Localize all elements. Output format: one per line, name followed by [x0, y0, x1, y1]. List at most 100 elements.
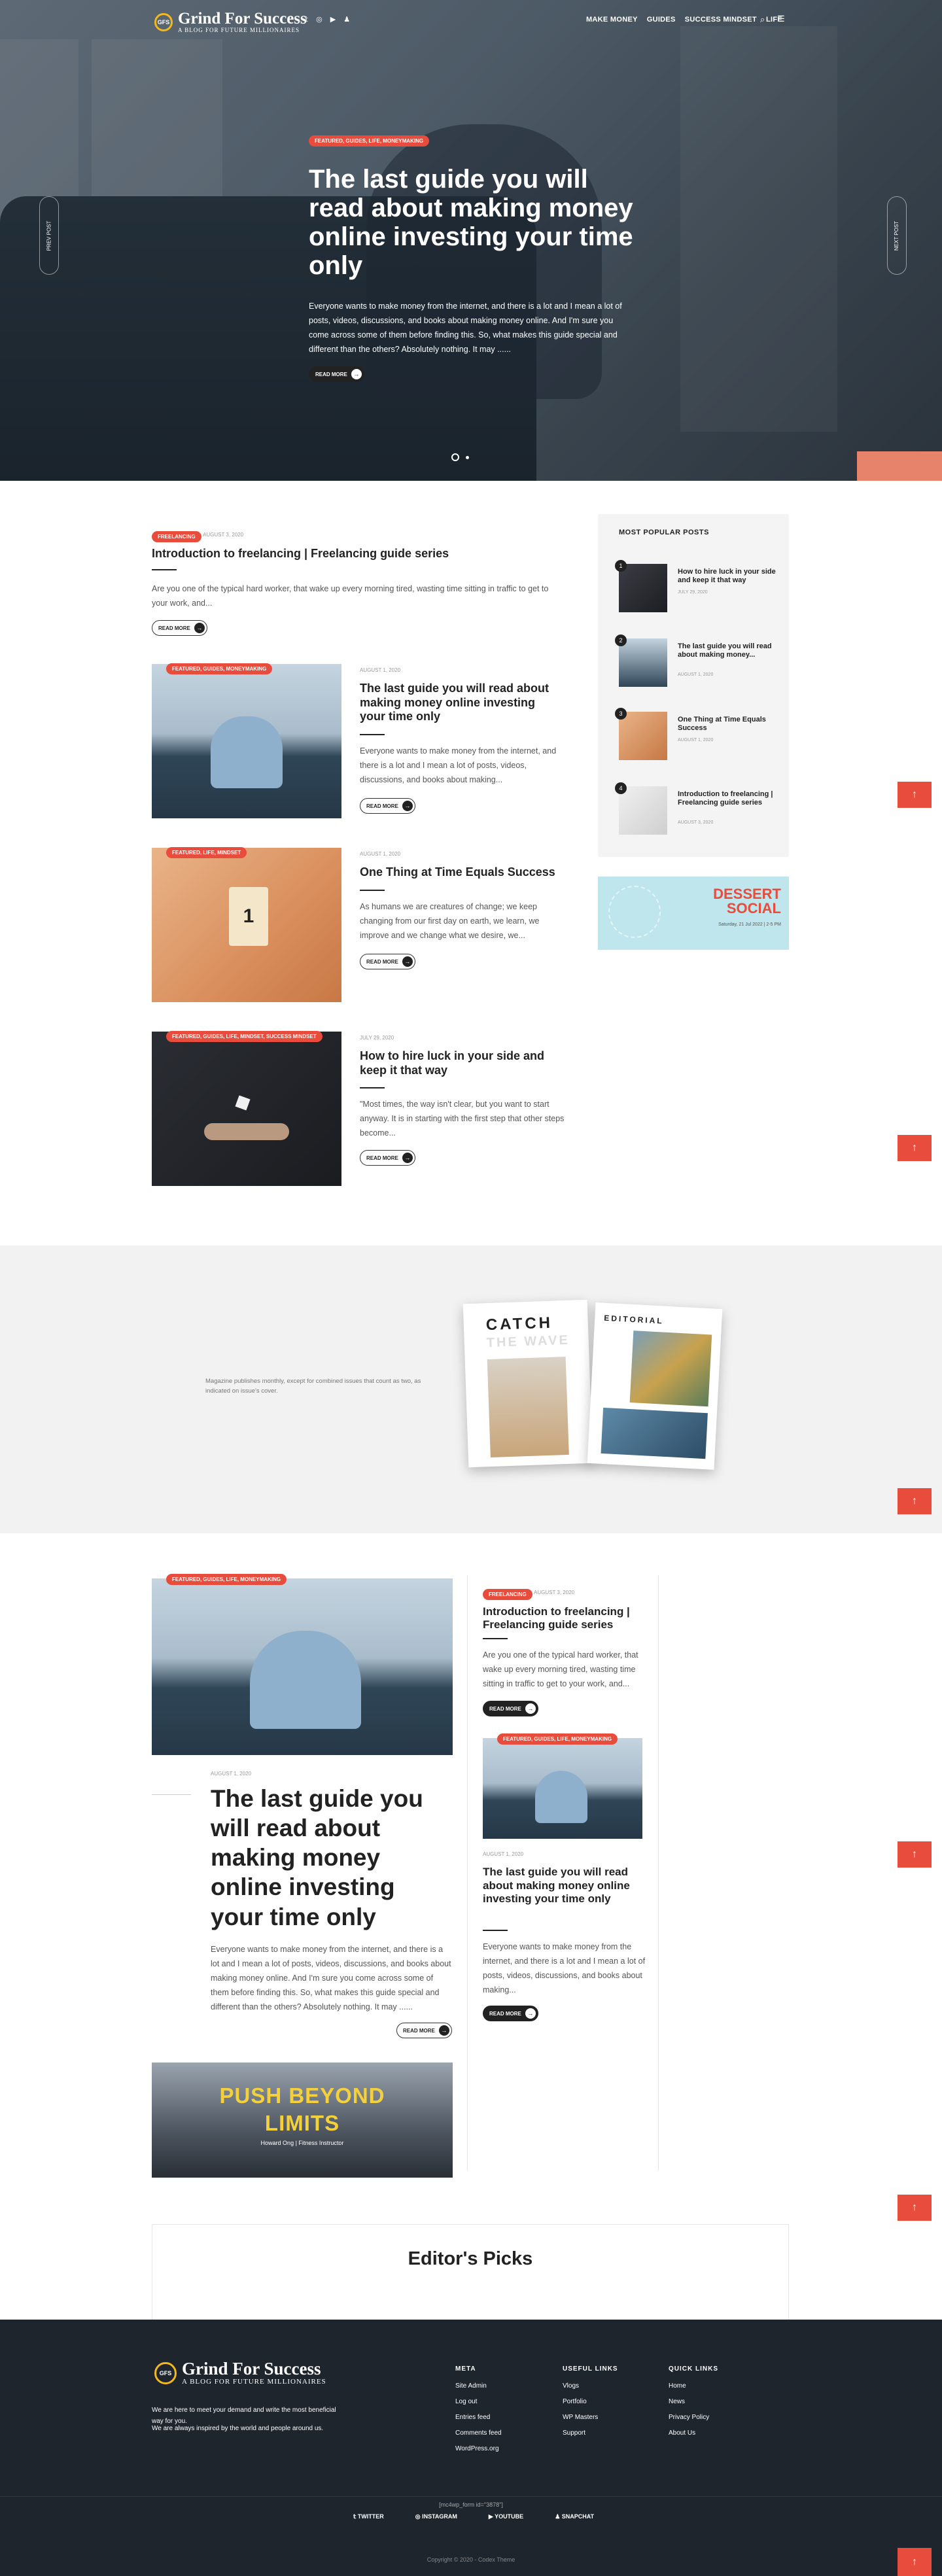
slider-dot[interactable] — [451, 453, 459, 461]
arrow-up-icon: ↑ — [912, 1142, 917, 1153]
popular-item[interactable]: 4 Introduction to freelancing | Freelanc… — [615, 782, 776, 837]
post-thumbnail[interactable] — [152, 664, 341, 818]
popular-title[interactable]: How to hire luck in your side and keep i… — [678, 568, 776, 585]
post-badge[interactable]: FEATURED, LIFE, MINDSET — [166, 846, 247, 858]
hero-badge[interactable]: FEATURED, GUIDES, LIFE, MONEYMAKING — [309, 134, 430, 147]
post-title[interactable]: How to hire luck in your side and keep i… — [360, 1049, 556, 1077]
footer-social-snapchat[interactable]: ♟ SNAPCHAT — [555, 2513, 594, 2520]
footer-social-twitter[interactable]: 𝕥 TWITTER — [353, 2513, 384, 2520]
hero-read-more-button[interactable]: READ MORE → — [309, 366, 364, 382]
footer-link[interactable]: Home — [669, 2382, 686, 2390]
post-read-more-button[interactable]: READ MORE → — [483, 1701, 538, 1716]
site-footer: GFS Grind For Success A BLOG FOR FUTURE … — [0, 2320, 942, 2576]
popular-item[interactable]: 2 The last guide you will read about mak… — [615, 635, 776, 689]
post-badge[interactable]: FEATURED, GUIDES, LIFE, MINDSET, SUCCESS… — [166, 1030, 323, 1042]
arrow-up-icon: ↑ — [912, 2556, 917, 2567]
brand-name: Grind For Success — [178, 10, 307, 27]
popular-rank: 2 — [615, 635, 627, 646]
search-icon[interactable]: ⌕ — [760, 14, 765, 25]
post-badge[interactable]: FREELANCING — [483, 1588, 532, 1600]
post-title[interactable]: The last guide you will read about makin… — [360, 682, 556, 724]
footer-link[interactable]: About Us — [669, 2429, 695, 2437]
prev-post-button[interactable]: PREV POST — [39, 196, 59, 275]
editors-picks-box: Editor's Picks — [152, 2224, 789, 2320]
footer-link[interactable]: Log out — [455, 2398, 477, 2405]
arrow-right-icon: → — [402, 801, 413, 811]
scroll-top-button[interactable]: ↑ — [898, 1488, 932, 1514]
footer-link[interactable]: Site Admin — [455, 2382, 487, 2390]
footer-link[interactable]: WordPress.org — [455, 2445, 499, 2452]
arrow-right-icon: → — [402, 956, 413, 967]
popular-item[interactable]: 1 How to hire luck in your side and keep… — [615, 560, 776, 615]
post-title[interactable]: One Thing at Time Equals Success — [360, 865, 563, 880]
post-thumbnail[interactable]: 1 — [152, 848, 341, 1002]
nav-item-make-money[interactable]: MAKE MONEY — [586, 16, 638, 24]
post-badge[interactable]: FEATURED, GUIDES, LIFE, MONEYMAKING — [166, 1573, 287, 1585]
popular-title[interactable]: The last guide you will read about makin… — [678, 642, 776, 659]
scroll-top-button[interactable]: ↑ — [898, 782, 932, 808]
popular-thumb[interactable] — [619, 786, 667, 835]
slider-dot[interactable] — [466, 456, 469, 459]
post-date: AUGUST 1, 2020 — [360, 667, 401, 673]
post-thumbnail[interactable] — [152, 1578, 453, 1755]
featured-read-more-button[interactable]: READ MORE → — [152, 620, 207, 636]
promo-banner[interactable]: PUSH BEYOND LIMITS Howard Ong | Fitness … — [152, 2063, 453, 2178]
footer-logo[interactable]: GFS Grind For Success A BLOG FOR FUTURE … — [154, 2360, 326, 2386]
arrow-up-icon: ↑ — [912, 1495, 917, 1506]
snapchat-icon[interactable]: ♟ — [343, 15, 350, 24]
ad-pattern — [608, 886, 661, 938]
post-read-more-button[interactable]: READ MORE → — [360, 798, 415, 814]
scroll-top-button[interactable]: ↑ — [898, 2548, 932, 2576]
scroll-top-button[interactable]: ↑ — [898, 1841, 932, 1868]
popular-item[interactable]: 3 One Thing at Time Equals Success AUGUS… — [615, 708, 776, 763]
post-read-more-button[interactable]: READ MORE → — [396, 2023, 452, 2038]
scroll-top-button[interactable]: ↑ — [898, 1135, 932, 1161]
thumb-person — [535, 1771, 587, 1823]
post-read-more-button[interactable]: READ MORE → — [360, 1150, 415, 1166]
footer-link[interactable]: Privacy Policy — [669, 2414, 709, 2421]
menu-icon[interactable]: ☰ — [777, 14, 785, 24]
ad-banner[interactable]: DESSERT SOCIAL Saturday, 21 Jul 2022 | 2… — [598, 877, 789, 950]
footer-link[interactable]: News — [669, 2398, 685, 2405]
twitter-icon[interactable]: 𝕥 — [305, 15, 308, 24]
magazine-cover-subtitle: THE WAVE — [486, 1332, 570, 1351]
magazine-photo — [629, 1331, 712, 1407]
post-badge[interactable]: FEATURED, GUIDES, LIFE, MONEYMAKING — [497, 1732, 618, 1745]
arrow-up-icon: ↑ — [912, 789, 917, 800]
hero-title[interactable]: The last guide you will read about makin… — [309, 165, 636, 280]
popular-title[interactable]: One Thing at Time Equals Success — [678, 716, 776, 733]
popular-thumb[interactable] — [619, 564, 667, 612]
footer-link[interactable]: Portfolio — [563, 2398, 587, 2405]
post-badge[interactable]: FEATURED, GUIDES, MONEYMAKING — [166, 662, 273, 674]
site-logo[interactable]: GFS Grind For Success A BLOG FOR FUTURE … — [154, 10, 307, 33]
featured-badge[interactable]: FREELANCING — [152, 530, 201, 542]
nav-item-success-mindset[interactable]: SUCCESS MINDSET — [685, 16, 757, 24]
footer-social-youtube[interactable]: ▶ YOUTUBE — [489, 2513, 523, 2520]
popular-thumb[interactable] — [619, 638, 667, 687]
post-excerpt: Are you one of the typical hard worker, … — [483, 1650, 638, 1688]
post-read-more-button[interactable]: READ MORE → — [360, 954, 415, 969]
footer-link[interactable]: Entries feed — [455, 2414, 490, 2421]
popular-thumb[interactable] — [619, 712, 667, 760]
footer-link[interactable]: Support — [563, 2429, 585, 2437]
footer-link[interactable]: Vlogs — [563, 2382, 579, 2390]
scroll-top-button[interactable]: ↑ — [898, 2195, 932, 2221]
title-rule — [483, 1638, 508, 1639]
footer-social-instagram[interactable]: ◎ INSTAGRAM — [415, 2513, 457, 2520]
youtube-icon[interactable]: ▶ — [330, 15, 336, 24]
next-post-button[interactable]: NEXT POST — [887, 196, 907, 275]
instagram-icon[interactable]: ◎ — [316, 15, 323, 24]
popular-title[interactable]: Introduction to freelancing | Freelancin… — [678, 790, 776, 807]
post-thumbnail[interactable] — [483, 1738, 642, 1839]
post-thumbnail[interactable] — [152, 1032, 341, 1186]
post-title[interactable]: The last guide you will read about makin… — [483, 1866, 646, 1906]
footer-link[interactable]: WP Masters — [563, 2414, 598, 2421]
featured-title[interactable]: Introduction to freelancing | Freelancin… — [152, 547, 479, 561]
main-nav: MAKE MONEY GUIDES SUCCESS MINDSET LIFE — [586, 16, 782, 24]
post-title[interactable]: The last guide you will read about makin… — [211, 1784, 446, 1932]
thumb-hand — [204, 1123, 289, 1140]
nav-item-guides[interactable]: GUIDES — [647, 16, 676, 24]
footer-link[interactable]: Comments feed — [455, 2429, 502, 2437]
post-title[interactable]: Introduction to freelancing | Freelancin… — [483, 1605, 646, 1632]
post-read-more-button[interactable]: READ MORE → — [483, 2006, 538, 2021]
